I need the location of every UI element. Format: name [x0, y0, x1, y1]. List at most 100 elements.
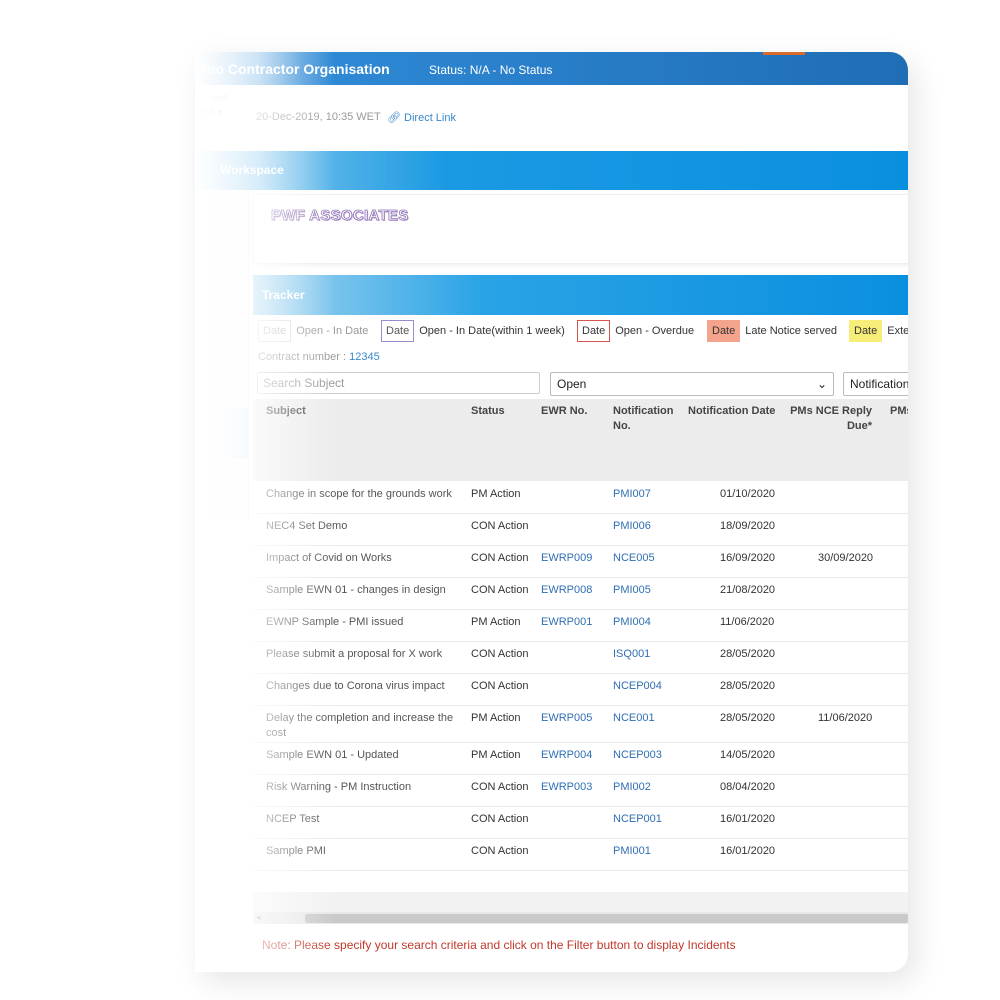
left-panel-highlight[interactable]: [195, 408, 248, 458]
col-notification-date[interactable]: Notification Date: [688, 404, 775, 419]
cell-subject: NEC4 Set Demo: [266, 520, 348, 532]
cell-ewr-link[interactable]: EWRP005: [541, 711, 592, 726]
legend-item: Date Late Notice served: [707, 320, 837, 342]
legend-item: Date Open - In Date(within 1 week): [381, 320, 565, 342]
cell-notification-link[interactable]: ISQ001: [613, 647, 650, 662]
cell-notification-link[interactable]: NCEP004: [613, 679, 662, 694]
contract-number: Contract number : 12345: [258, 351, 380, 363]
legend-label: Open - Overdue: [615, 325, 695, 337]
cell-subject: Change in scope for the grounds work: [266, 488, 452, 500]
col-subject[interactable]: Subject: [266, 404, 306, 419]
app-window: mo Contractor Organisation Status: N/A -…: [195, 52, 908, 972]
caret-down-icon: ▾: [216, 107, 222, 118]
legend-item: Date Open - In Date: [258, 320, 368, 342]
cell-notification-link[interactable]: PMI005: [613, 583, 651, 598]
cell-notification-date: 28/05/2020: [720, 648, 776, 660]
field-label: ced: [211, 93, 228, 104]
horizontal-scrollbar[interactable]: ◂: [253, 892, 908, 924]
table-row[interactable]: Delay the completion and increase the co…: [253, 705, 908, 743]
legend-label: Exter: [887, 325, 908, 337]
cell-status: CON Action: [471, 520, 529, 532]
direct-link[interactable]: 🔗︎ Direct Link: [387, 111, 456, 124]
cell-status: PM Action: [471, 616, 521, 628]
cell-status: PM Action: [471, 488, 521, 500]
cell-ewr-link[interactable]: EWRP003: [541, 780, 592, 795]
cell-status: CON Action: [471, 584, 529, 596]
col-status[interactable]: Status: [471, 404, 505, 419]
cell-ewr-link[interactable]: EWRP001: [541, 615, 592, 630]
cell-notification-link[interactable]: PMI002: [613, 780, 651, 795]
table-row[interactable]: Sample EWN 01 - Updated PM Action EWRP004 N…: [253, 742, 908, 775]
cell-ewr-link[interactable]: EWRP004: [541, 748, 592, 763]
cell-notification-link[interactable]: NCEP001: [613, 812, 662, 827]
table-row[interactable]: Sample EWN 01 - changes in design CON Act…: [253, 577, 908, 610]
table-row[interactable]: Risk Warning - PM Instruction CON Action E…: [253, 774, 908, 807]
table-row[interactable]: Please submit a proposal for X work CON A…: [253, 641, 908, 674]
tracker-bar: Tracker: [253, 275, 908, 315]
filter-note: Note: Please specify your search criteri…: [262, 938, 736, 952]
workspace-title: Workspace: [220, 163, 284, 177]
table-row[interactable]: Change in scope for the grounds work PM A…: [253, 481, 908, 514]
search-input[interactable]: Search Subject: [257, 372, 540, 394]
cell-notification-date: 18/09/2020: [720, 520, 776, 532]
cell-status: CON Action: [471, 813, 529, 825]
cell-status: CON Action: [471, 845, 529, 857]
cell-notification-date: 16/01/2020: [720, 813, 776, 825]
scroll-thumb[interactable]: [305, 914, 908, 923]
table-row[interactable]: Sample PMI CON Action PMI001 16/01/2020: [253, 838, 908, 871]
tab-indicator: [763, 52, 805, 55]
cell-subject: EWNP Sample - PMI issued: [266, 616, 404, 628]
legend-swatch: Date: [258, 320, 292, 342]
cell-subject: Sample PMI: [266, 845, 326, 857]
status-text: Status: N/A - No Status: [429, 63, 553, 77]
cell-notification-link[interactable]: NCEP003: [613, 748, 662, 763]
table-row[interactable]: NCEP Test CON Action NCEP001 16/01/2020: [253, 806, 908, 839]
col-ewr[interactable]: EWR No.: [541, 404, 587, 419]
cell-notification-link[interactable]: PMI007: [613, 487, 651, 502]
cell-subject: NCEP Test: [266, 813, 320, 825]
cell-notification-date: 01/10/2020: [720, 488, 776, 500]
legend-item: Date Exter: [849, 320, 908, 342]
legend-label: Open - In Date: [296, 325, 369, 337]
table-row[interactable]: EWNP Sample - PMI issued PM Action EWRP001…: [253, 609, 908, 642]
cell-notification-date: 08/04/2020: [720, 781, 776, 793]
cell-notification-date: 11/06/2020: [720, 616, 775, 628]
contract-number-value[interactable]: 12345: [349, 351, 380, 363]
cell-subject: Impact of Covid on Works: [266, 552, 392, 564]
legend-label: Late Notice served: [745, 325, 837, 337]
cell-notification-link[interactable]: PMI006: [613, 519, 651, 534]
cell-notification-date: 14/05/2020: [720, 749, 776, 761]
table-row[interactable]: Impact of Covid on Works CON Action EWRP00…: [253, 545, 908, 578]
col-pm-nce-reply[interactable]: PMs NCE Reply Due*: [786, 404, 872, 434]
cell-notification-link[interactable]: PMI004: [613, 615, 651, 630]
cell-ewr-link[interactable]: EWRP008: [541, 583, 592, 598]
tracker-title: Tracker: [262, 288, 305, 302]
cell-notification-date: 21/08/2020: [720, 584, 776, 596]
cell-reply-due: 30/09/2020: [818, 552, 874, 564]
link-icon: 🔗︎: [387, 112, 401, 124]
table-header: Subject Status EWR No. Notification No. …: [253, 399, 908, 481]
cell-subject: Sample EWN 01 - changes in design: [266, 584, 446, 596]
status-select[interactable]: Open ⌄: [550, 372, 834, 396]
cell-reply-due: 11/06/2020: [818, 712, 873, 724]
table-row[interactable]: Changes due to Corona virus impact CON Ac…: [253, 673, 908, 706]
cell-subject: Risk Warning - PM Instruction: [266, 781, 412, 793]
tracker-table: Subject Status EWR No. Notification No. …: [253, 399, 908, 887]
cell-notification-link[interactable]: NCE005: [613, 551, 655, 566]
scroll-left-icon[interactable]: ◂: [256, 912, 261, 923]
legend-item: Date Open - Overdue: [577, 320, 694, 342]
cell-ewr-link[interactable]: EWRP009: [541, 551, 592, 566]
organisation-title: mo Contractor Organisation: [203, 61, 390, 77]
cell-notification-date: 16/01/2020: [720, 845, 776, 857]
col-notification-no[interactable]: Notification No.: [613, 404, 678, 434]
select-fragment[interactable]: ed ▾: [203, 107, 222, 118]
col-pms[interactable]: PMs: [890, 404, 908, 419]
logo-card: PWF ASSOCIATES: [253, 194, 908, 264]
cell-notification-link[interactable]: NCE001: [613, 711, 655, 726]
cell-status: PM Action: [471, 712, 521, 724]
table-row[interactable]: NEC4 Set Demo CON Action PMI006 18/09/2020: [253, 513, 908, 546]
company-logo: PWF ASSOCIATES: [271, 207, 409, 225]
cell-notification-link[interactable]: PMI001: [613, 844, 651, 859]
cell-notification-date: 16/09/2020: [720, 552, 776, 564]
notification-select[interactable]: Notification: [843, 372, 908, 396]
